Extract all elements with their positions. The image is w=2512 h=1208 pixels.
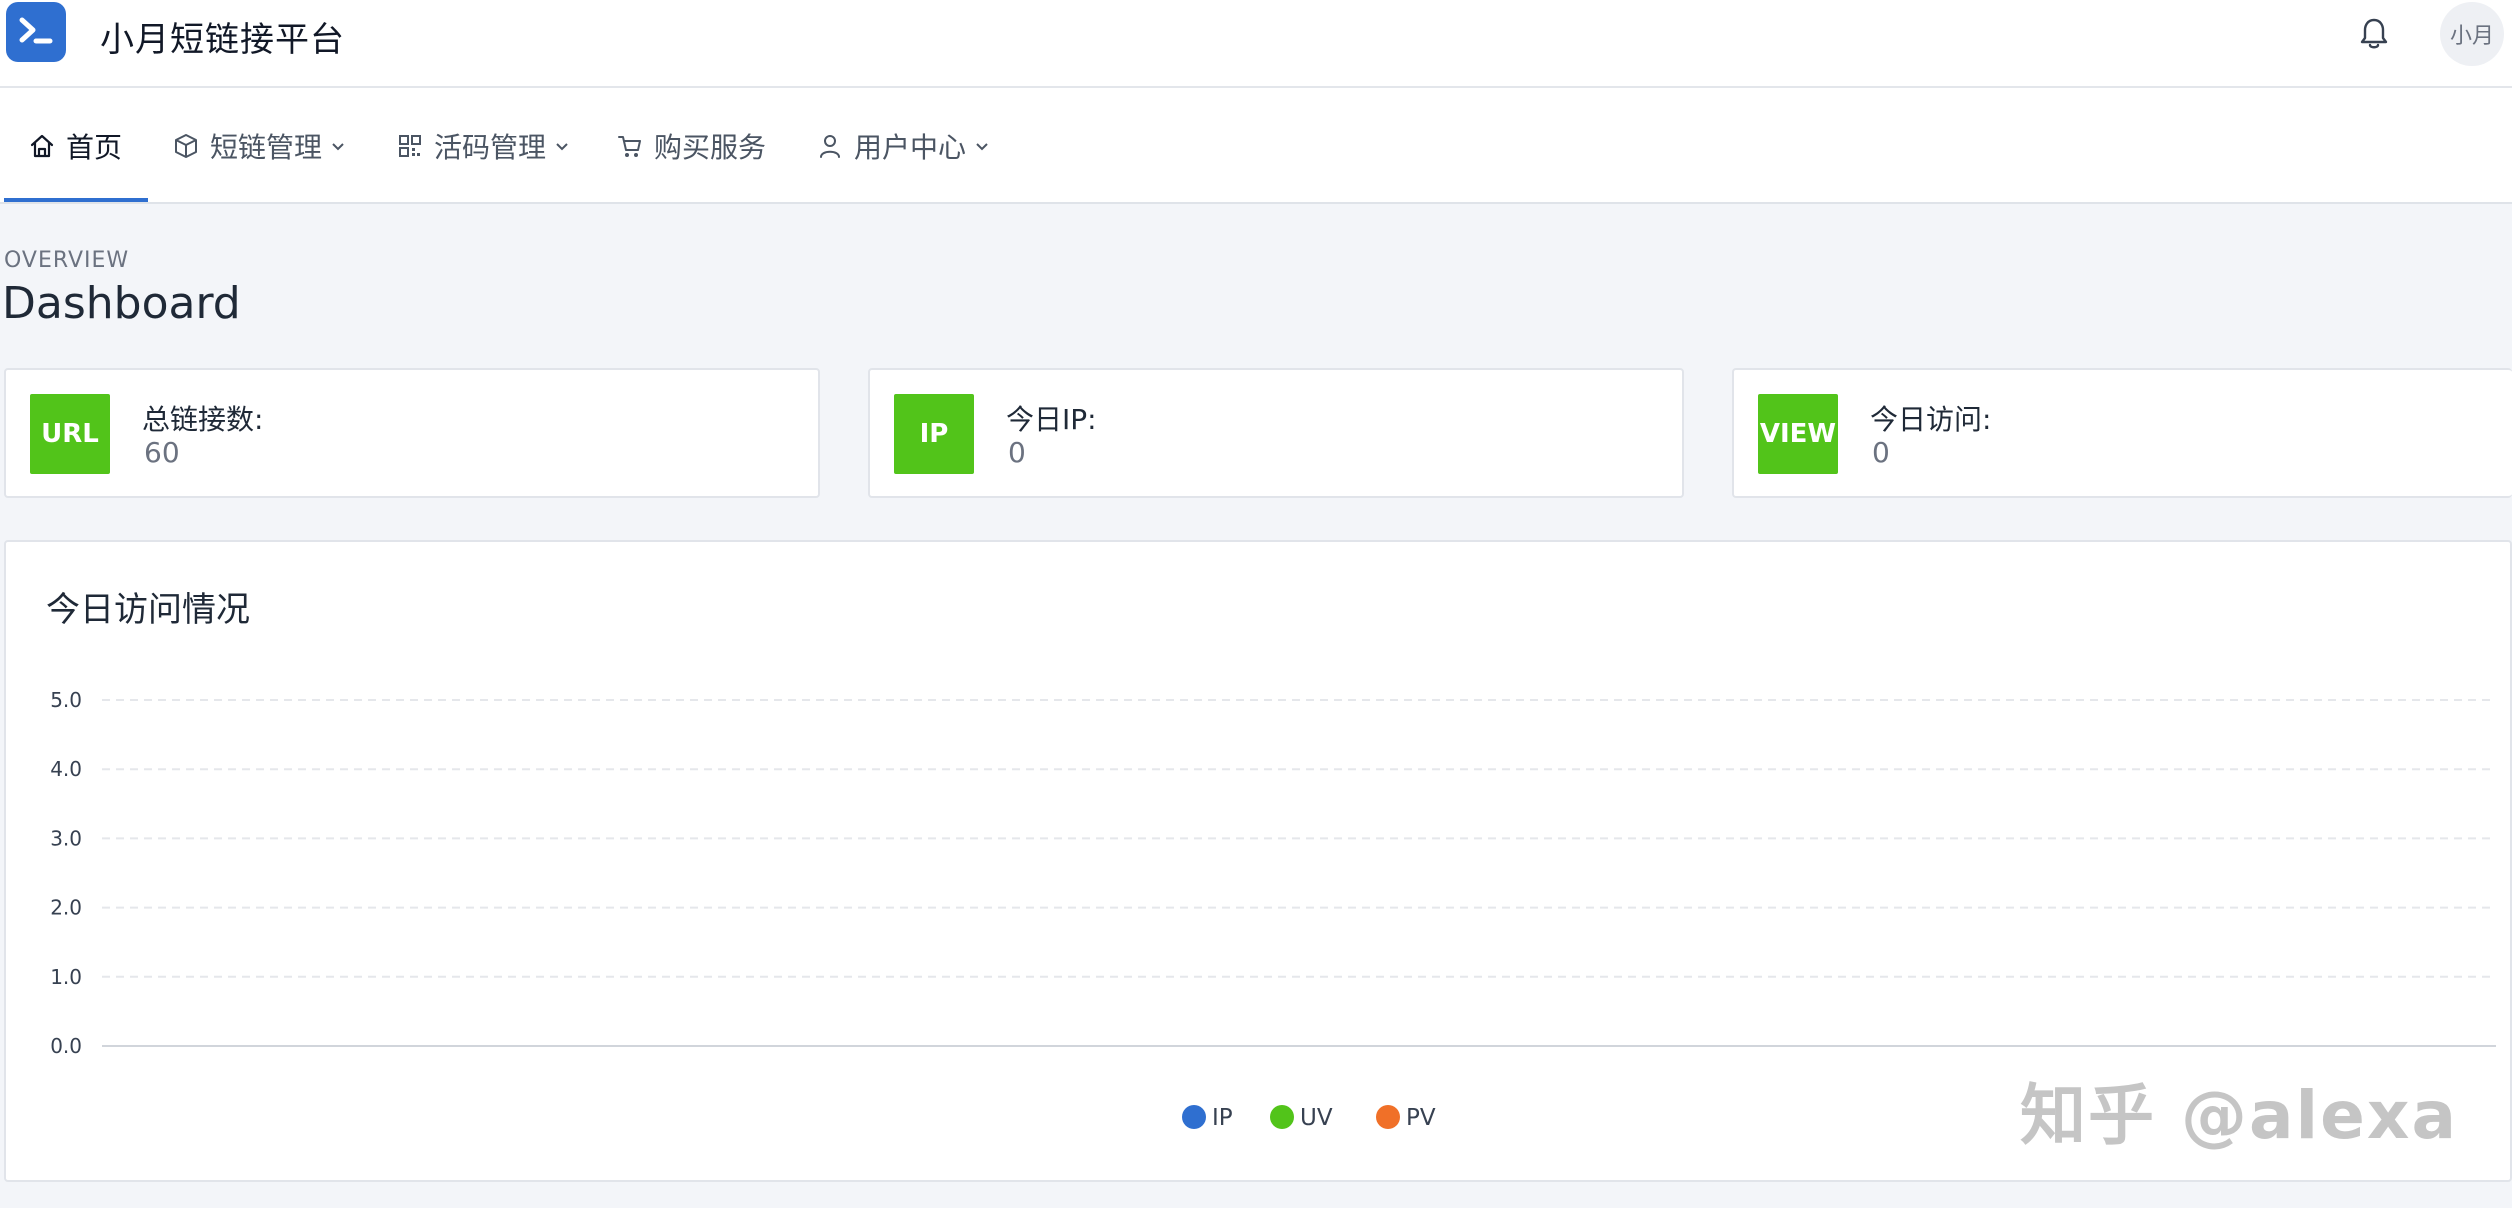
stat-badge: VIEW — [1758, 394, 1838, 474]
active-tab-indicator — [4, 198, 148, 202]
bell-icon[interactable] — [2358, 16, 2390, 56]
stat-card-today-views: VIEW 今日访问: 0 — [1732, 368, 2512, 498]
stat-label: 今日访问: — [1870, 403, 1992, 436]
legend-swatch — [1182, 1105, 1206, 1129]
brand-title: 小月短链接平台 — [100, 20, 345, 60]
nav-item-livecode[interactable]: 活码管理 — [396, 88, 570, 204]
stat-badge: IP — [894, 394, 974, 474]
nav-item-purchase[interactable]: 购买服务 — [616, 88, 766, 204]
legend-swatch — [1270, 1105, 1294, 1129]
user-icon — [816, 132, 844, 160]
nav-item-label: 购买服务 — [654, 131, 767, 164]
stat-card-today-ip: IP 今日IP: 0 — [868, 368, 1684, 498]
app-logo[interactable] — [6, 2, 66, 62]
nav-item-shortlink[interactable]: 短链管理 — [172, 88, 346, 204]
page-overline: OVERVIEW — [4, 248, 130, 273]
stat-badge: URL — [30, 394, 110, 474]
legend-item-ip[interactable]: IP — [1182, 1105, 1233, 1131]
nav-item-label: 活码管理 — [434, 131, 547, 164]
chevron-down-icon — [974, 138, 990, 154]
stat-card-total-links: URL 总链接数: 60 — [4, 368, 820, 498]
legend-label: PV — [1406, 1105, 1436, 1131]
y-tick-label: 4.0 — [50, 757, 82, 781]
qrcode-icon — [396, 132, 424, 160]
terminal-icon — [19, 17, 53, 44]
legend-item-pv[interactable]: PV — [1376, 1105, 1436, 1131]
avatar[interactable]: 小月 — [2440, 2, 2504, 66]
top-bar: 小月短链接平台 小月 — [0, 0, 2512, 88]
legend-swatch — [1376, 1105, 1400, 1129]
chevron-down-icon — [554, 138, 570, 154]
nav-item-label: 用户中心 — [854, 131, 967, 164]
y-tick-label: 0.0 — [50, 1034, 82, 1058]
stat-label: 今日IP: — [1006, 403, 1097, 436]
chevron-down-icon — [330, 138, 346, 154]
stat-value: 60 — [144, 436, 180, 469]
cart-icon — [616, 132, 644, 160]
home-icon — [28, 132, 56, 160]
legend-label: IP — [1212, 1105, 1233, 1131]
y-tick-label: 3.0 — [50, 826, 82, 850]
cube-icon — [172, 132, 200, 160]
nav-item-home[interactable]: 首页 — [28, 88, 122, 204]
main-nav: 首页 短链管理 活码管理 购买服务 用户中心 — [0, 88, 2512, 204]
nav-item-label: 首页 — [66, 131, 123, 164]
y-tick-label: 5.0 — [50, 688, 82, 712]
nav-item-user-center[interactable]: 用户中心 — [816, 88, 990, 204]
y-tick-label: 1.0 — [50, 965, 82, 989]
page-title: Dashboard — [2, 278, 241, 329]
watermark: 知乎 @alexa — [2020, 1077, 2459, 1154]
legend-label: UV — [1300, 1105, 1333, 1131]
stat-label: 总链接数: — [142, 403, 264, 436]
stat-value: 0 — [1872, 436, 1890, 469]
nav-item-label: 短链管理 — [210, 131, 323, 164]
stat-value: 0 — [1008, 436, 1026, 469]
y-tick-label: 2.0 — [50, 896, 82, 920]
legend-item-uv[interactable]: UV — [1270, 1105, 1333, 1131]
